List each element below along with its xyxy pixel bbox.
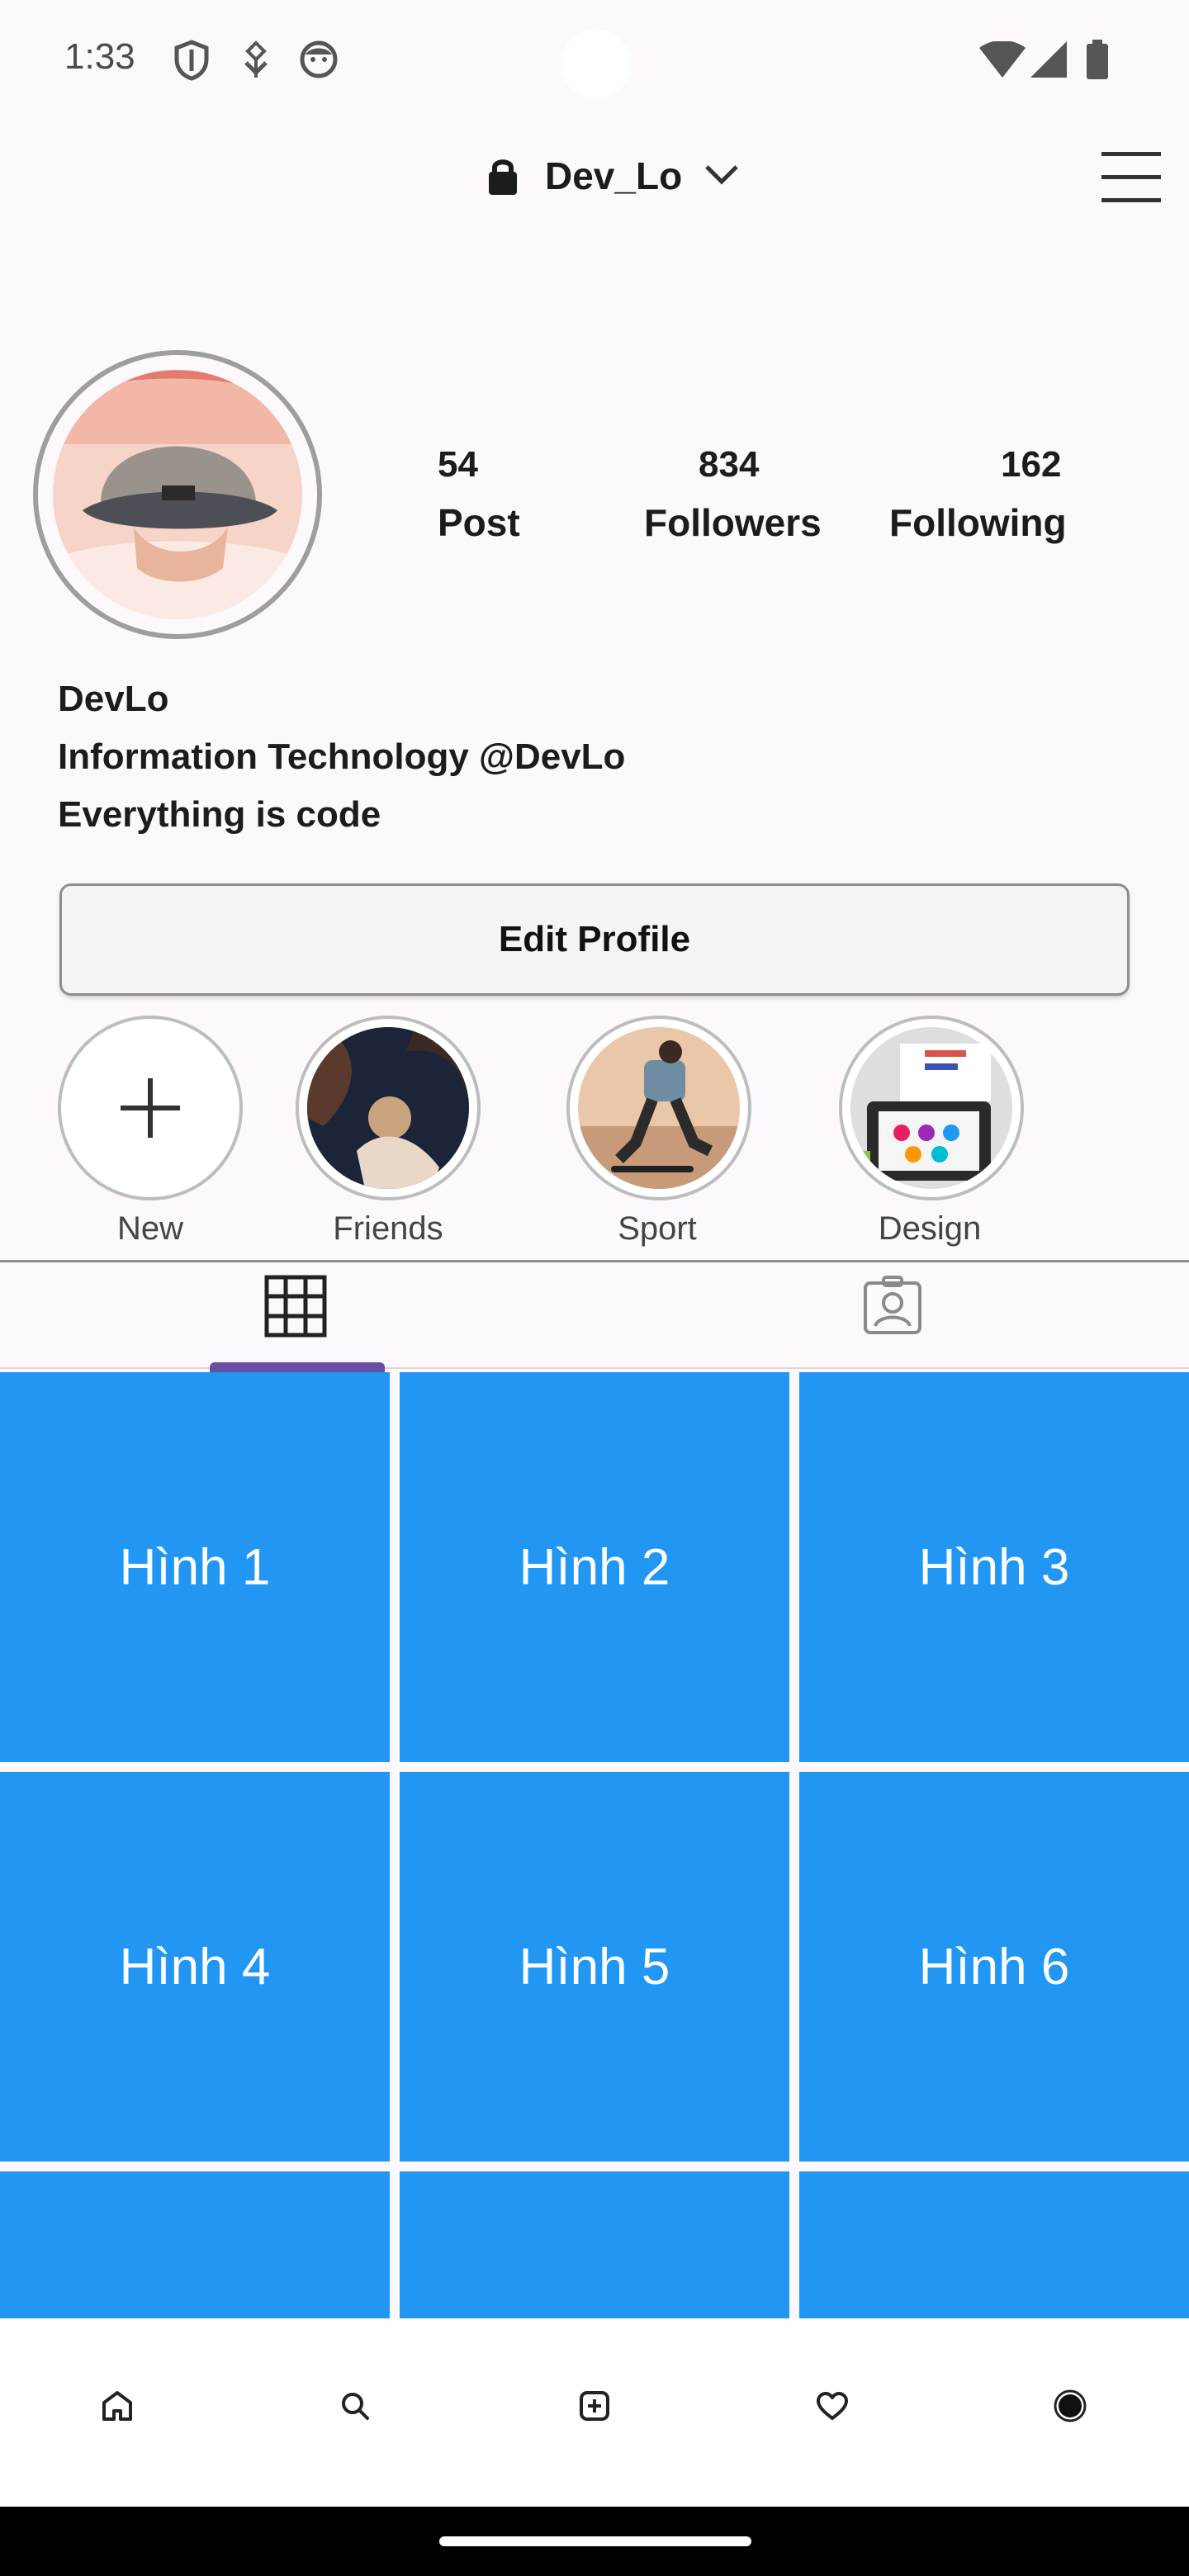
camera-cutout [561, 30, 631, 99]
grid-tile[interactable]: Hình 1 [0, 1372, 390, 1762]
highlight-image [850, 1027, 1012, 1189]
cell-signal-icon [1030, 41, 1067, 83]
gesture-handle[interactable] [439, 2536, 751, 2546]
profile-name: DevLo [58, 679, 169, 719]
home-icon[interactable] [92, 2381, 142, 2431]
highlight-image [307, 1027, 469, 1189]
wifi-icon [979, 41, 1026, 83]
plus-icon [61, 1019, 239, 1197]
followers-label[interactable]: Followers [644, 500, 822, 545]
grid-tile[interactable]: Hình 2 [400, 1372, 789, 1762]
grid-tile[interactable]: Hình 3 [799, 1372, 1189, 1762]
search-icon[interactable] [330, 2381, 380, 2431]
header-username[interactable]: Dev_Lo [545, 154, 682, 198]
hamburger-menu-icon[interactable] [1101, 149, 1161, 206]
grid-tile[interactable]: Hình 5 [400, 1772, 789, 2162]
highlight-new[interactable] [58, 1016, 243, 1200]
shield-icon [173, 40, 210, 81]
profile-icon[interactable] [1045, 2381, 1095, 2431]
chevron-down-icon[interactable] [703, 162, 740, 187]
following-label[interactable]: Following [889, 500, 1067, 545]
profile-tab-bar [0, 1260, 1189, 1369]
highlight-label: Friends [333, 1210, 443, 1247]
bio-line: Everything is code [58, 794, 381, 835]
grid-icon[interactable] [264, 1275, 327, 1338]
posts-label: Post [438, 501, 520, 544]
grid-tile[interactable]: Hình 6 [799, 1772, 1189, 2162]
status-time: 1:33 [64, 36, 135, 77]
highlight-friends[interactable] [296, 1016, 481, 1200]
usb-debug-icon [239, 40, 276, 81]
tagged-person-icon[interactable] [862, 1275, 923, 1336]
grid-tile[interactable]: Hình 4 [0, 1772, 390, 2162]
highlight-label: Sport [618, 1210, 697, 1247]
followers-count[interactable]: 834 [699, 444, 759, 485]
posts-count: 54 [438, 444, 478, 485]
following-count[interactable]: 162 [1001, 444, 1061, 485]
avatar[interactable] [53, 370, 302, 619]
highlight-label: Design [878, 1210, 982, 1247]
highlight-label: New [116, 1210, 184, 1247]
bio-line: Information Technology @DevLo [58, 736, 626, 777]
heart-icon[interactable] [808, 2381, 857, 2431]
edit-profile-button[interactable]: Edit Profile [59, 883, 1130, 996]
highlight-sport[interactable] [566, 1016, 751, 1200]
highlight-design[interactable] [839, 1016, 1024, 1200]
tab-indicator [210, 1362, 385, 1372]
highlight-image [578, 1027, 740, 1189]
battery-icon [1085, 40, 1110, 81]
add-post-icon[interactable] [570, 2381, 619, 2431]
lock-icon [486, 157, 520, 195]
notification-face-icon [299, 40, 338, 81]
